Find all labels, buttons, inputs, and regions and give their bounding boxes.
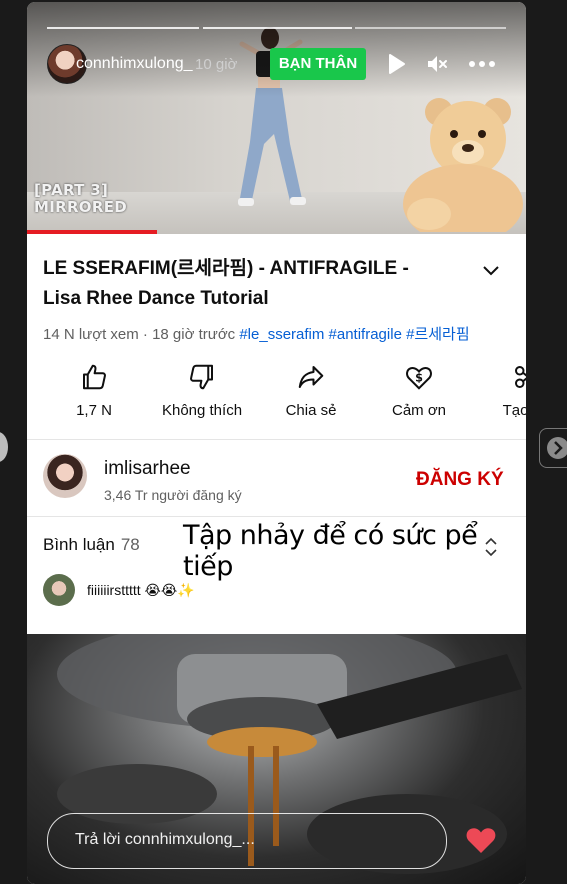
create-button[interactable]: Tạo đo [471, 362, 526, 419]
more-icon[interactable] [468, 52, 496, 76]
story-progress-segment [355, 27, 506, 29]
like-button[interactable]: 1,7 N [39, 362, 149, 419]
story-viewer: [PART 3] MIRRORED connhimxulong_ 10 giờ … [27, 2, 526, 884]
comments-count: 78 [120, 535, 140, 554]
reply-box[interactable] [47, 813, 447, 869]
thumbs-up-icon [83, 364, 106, 390]
divider [27, 439, 526, 440]
chevron-down-icon[interactable] [482, 264, 500, 278]
dislike-label: Không thích [161, 402, 243, 419]
thanks-icon: $ [406, 367, 432, 390]
close-friends-badge: BẠN THÂN [270, 48, 366, 80]
view-count: 14 N lượt xem [43, 326, 139, 343]
story-progress-segment [47, 27, 199, 29]
video-overlay-label: [PART 3] MIRRORED [34, 181, 128, 216]
heart-icon[interactable] [465, 825, 497, 855]
play-icon[interactable] [384, 52, 408, 76]
story-username[interactable]: connhimxulong_ [76, 55, 193, 73]
video-title[interactable]: LE SSERAFIM(르세라핌) - ANTIFRAGILE - Lisa R… [43, 254, 443, 314]
share-icon [298, 366, 324, 388]
channel-name[interactable]: imlisarhee [104, 458, 191, 480]
mute-icon[interactable] [425, 52, 449, 76]
story-progress-segment [203, 27, 352, 29]
create-label: Tạo đo [502, 402, 526, 419]
video-thumbnail[interactable]: [PART 3] MIRRORED [27, 2, 526, 234]
thumbs-down-icon [190, 364, 213, 390]
share-label: Chia sẻ [285, 402, 337, 419]
channel-avatar[interactable] [43, 454, 87, 498]
next-story-button[interactable] [539, 428, 567, 468]
thanks-label: Cảm ơn [391, 402, 447, 419]
hashtags[interactable]: #le_sserafim #antifragile #르세라핌 [239, 326, 469, 343]
story-time: 10 giờ [195, 56, 238, 73]
svg-text:$: $ [415, 371, 423, 384]
subscribe-button[interactable]: ĐĂNG KÝ [416, 469, 504, 491]
thanks-button[interactable]: $ Cảm ơn [364, 362, 474, 419]
reply-input[interactable] [73, 830, 417, 850]
dislike-button[interactable]: Không thích [147, 362, 257, 419]
previous-story-button[interactable] [0, 432, 8, 462]
like-count: 1,7 N [76, 402, 112, 419]
video-meta: 14 N lượt xem · 18 giờ trước #le_sserafi… [43, 323, 470, 344]
comments-label: Bình luận [43, 535, 115, 554]
commenter-avatar [43, 574, 75, 606]
share-button[interactable]: Chia sẻ [256, 362, 366, 419]
story-header: connhimxulong_ 10 giờ BẠN THÂN [47, 44, 506, 84]
comments-header[interactable]: Bình luận 78 [43, 535, 140, 555]
video-progress-bar [27, 230, 157, 234]
video-actions: 1,7 N Không thích Chia sẻ $ Cảm ơn Tạo [27, 362, 526, 432]
top-comment: fiiiiiirsttttt 😭😭✨ [87, 582, 195, 598]
divider [27, 516, 526, 517]
subscriber-count: 3,46 Tr người đăng ký [104, 487, 242, 503]
expand-comments-icon[interactable] [483, 535, 499, 559]
story-caption: Tập nhảy để có sức pể tiếp [177, 520, 526, 582]
create-icon [515, 366, 526, 388]
posted-time: · 18 giờ trước [142, 326, 236, 343]
chevron-right-icon [547, 437, 567, 459]
teddy-bear [403, 98, 523, 232]
